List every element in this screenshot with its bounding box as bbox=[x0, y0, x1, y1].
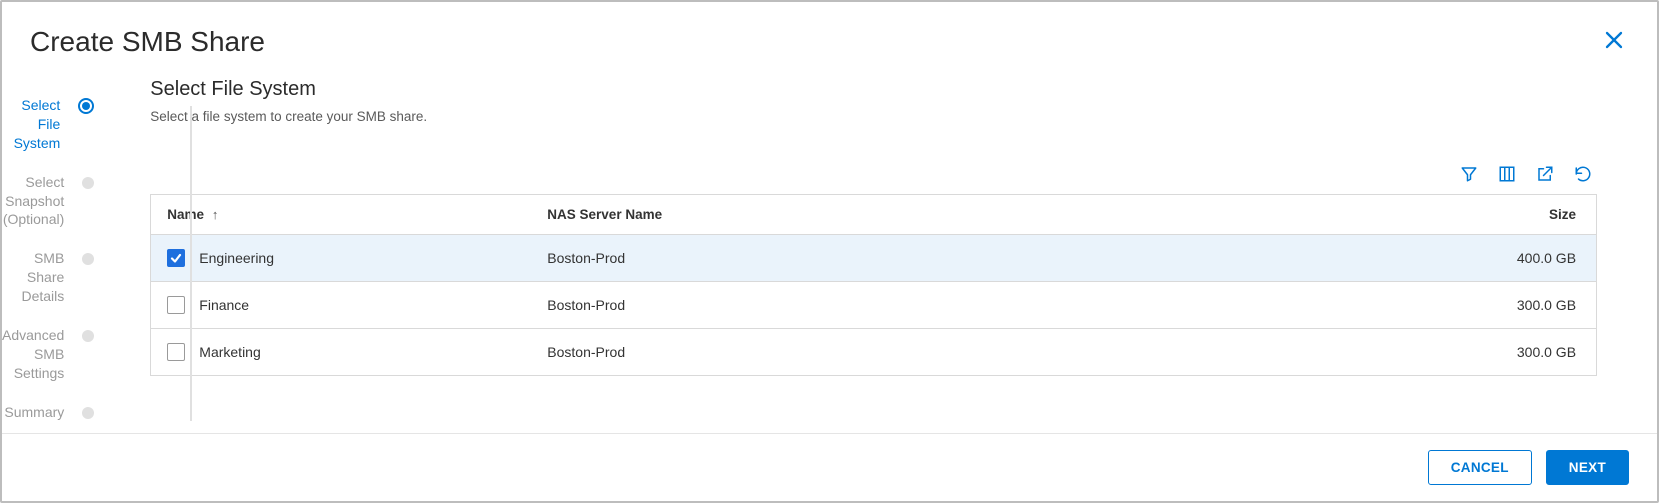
file-system-name: Finance bbox=[199, 297, 249, 313]
checkbox-icon[interactable] bbox=[167, 296, 185, 314]
file-system-name: Engineering bbox=[199, 250, 274, 266]
step-dot-icon bbox=[82, 330, 94, 342]
step-label: Summary bbox=[4, 403, 64, 422]
wizard-step-select-file-system[interactable]: Select File System bbox=[2, 86, 100, 163]
table-header-row: Name ↑ NAS Server Name Size bbox=[151, 195, 1596, 235]
step-dot-icon bbox=[82, 407, 94, 419]
step-dot-icon bbox=[78, 98, 94, 114]
column-header-nas[interactable]: NAS Server Name bbox=[531, 195, 1296, 235]
table-row[interactable]: Finance Boston-Prod 300.0 GB bbox=[151, 282, 1596, 329]
step-label: Select Snapshot (Optional) bbox=[2, 173, 64, 230]
file-system-size: 300.0 GB bbox=[1296, 329, 1596, 376]
content-title: Select File System bbox=[150, 78, 1597, 101]
content-subtitle: Select a file system to create your SMB … bbox=[150, 109, 1597, 124]
column-header-name[interactable]: Name ↑ bbox=[151, 195, 531, 235]
close-icon[interactable] bbox=[1599, 27, 1629, 57]
step-label: SMB Share Details bbox=[2, 249, 64, 306]
checkbox-icon[interactable] bbox=[167, 249, 185, 267]
create-smb-share-modal: Create SMB Share Select File System Sele… bbox=[0, 0, 1659, 503]
nas-server-name: Boston-Prod bbox=[531, 329, 1296, 376]
cancel-button[interactable]: Cancel bbox=[1428, 450, 1532, 485]
table-row[interactable]: Engineering Boston-Prod 400.0 GB bbox=[151, 235, 1596, 282]
wizard-step-advanced-smb[interactable]: Advanced SMB Settings bbox=[2, 316, 100, 393]
step-label: Select File System bbox=[2, 96, 60, 153]
nas-server-name: Boston-Prod bbox=[531, 235, 1296, 282]
file-system-name: Marketing bbox=[199, 344, 260, 360]
column-header-size[interactable]: Size bbox=[1296, 195, 1596, 235]
column-header-label: NAS Server Name bbox=[547, 207, 662, 222]
refresh-icon[interactable] bbox=[1573, 164, 1593, 184]
table-row[interactable]: Marketing Boston-Prod 300.0 GB bbox=[151, 329, 1596, 376]
step-dot-icon bbox=[82, 253, 94, 265]
step-dot-icon bbox=[82, 177, 94, 189]
file-systems-table: Name ↑ NAS Server Name Size bbox=[150, 194, 1597, 376]
step-label: Advanced SMB Settings bbox=[2, 326, 64, 383]
file-system-size: 300.0 GB bbox=[1296, 282, 1596, 329]
checkbox-icon[interactable] bbox=[167, 343, 185, 361]
sort-asc-icon: ↑ bbox=[212, 207, 219, 222]
wizard-nav: Select File System Select Snapshot (Opti… bbox=[2, 66, 100, 433]
columns-icon[interactable] bbox=[1497, 164, 1517, 184]
modal-footer: Cancel Next bbox=[2, 433, 1657, 501]
wizard-step-select-snapshot[interactable]: Select Snapshot (Optional) bbox=[2, 163, 100, 240]
main-content: Select File System Select a file system … bbox=[100, 66, 1657, 433]
wizard-step-smb-details[interactable]: SMB Share Details bbox=[2, 239, 100, 316]
wizard-step-summary[interactable]: Summary bbox=[2, 393, 100, 433]
table-toolbar bbox=[150, 164, 1597, 184]
next-button[interactable]: Next bbox=[1546, 450, 1629, 485]
nas-server-name: Boston-Prod bbox=[531, 282, 1296, 329]
modal-title: Create SMB Share bbox=[30, 26, 265, 58]
file-system-size: 400.0 GB bbox=[1296, 235, 1596, 282]
column-header-label: Name bbox=[167, 207, 204, 222]
modal-header: Create SMB Share bbox=[2, 2, 1657, 66]
export-icon[interactable] bbox=[1535, 164, 1555, 184]
filter-icon[interactable] bbox=[1459, 164, 1479, 184]
column-header-label: Size bbox=[1549, 207, 1576, 222]
wizard-steps: Select File System Select Snapshot (Opti… bbox=[2, 86, 100, 433]
